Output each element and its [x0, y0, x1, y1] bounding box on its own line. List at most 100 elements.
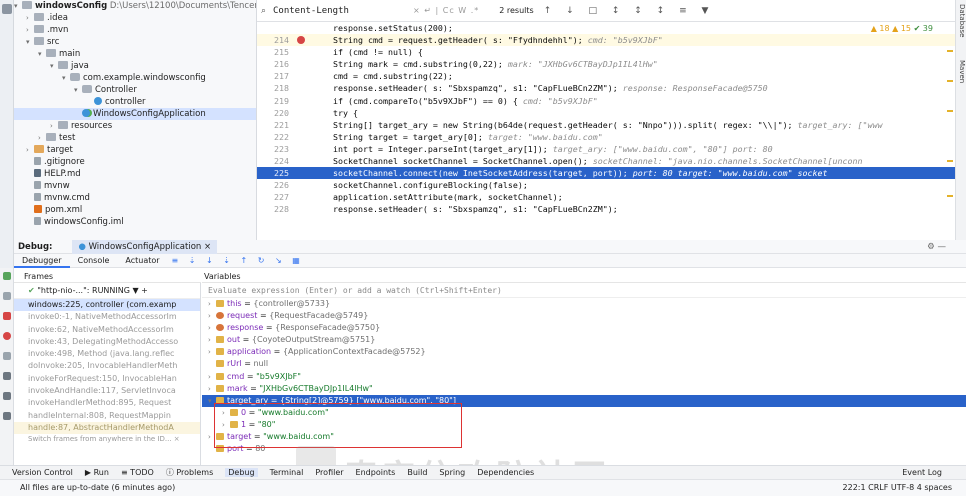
code-line[interactable]: 225 socketChannel.connect(new InetSocket…: [257, 167, 955, 180]
error-stripe-mark[interactable]: [947, 195, 953, 197]
stack-frame[interactable]: handleInternal:808, RequestMappin: [14, 410, 200, 422]
tree-item[interactable]: › target: [14, 144, 256, 156]
tree-item[interactable]: HELP.md: [14, 168, 256, 180]
tool-tab[interactable]: Profiler: [315, 468, 343, 477]
code-line[interactable]: response.setStatus(200);: [257, 22, 955, 34]
tool-tab[interactable]: Endpoints: [356, 468, 396, 477]
line-number[interactable]: 223: [257, 143, 295, 155]
variable-row[interactable]: › out = {CoyoteOutputStream@5751}: [202, 334, 966, 346]
tool-tab[interactable]: Spring: [439, 468, 465, 477]
resume-icon[interactable]: [3, 272, 11, 280]
variable-row[interactable]: › mark = "JXHbGv6CTBayDJp1IL4lHw": [202, 383, 966, 395]
stack-frame[interactable]: invoke0:-1, NativeMethodAccessorIm: [14, 311, 200, 323]
tree-item[interactable]: ▾ java: [14, 60, 256, 72]
tool-tab[interactable]: ≡ TODO: [121, 468, 154, 477]
line-number[interactable]: 224: [257, 155, 295, 167]
error-stripe-mark[interactable]: [947, 50, 953, 52]
tab-console[interactable]: Console: [70, 254, 118, 268]
line-number[interactable]: 217: [257, 70, 295, 82]
stack-frame[interactable]: invoke:62, NativeMethodAccessorIm: [14, 324, 200, 336]
tree-item[interactable]: mvnw.cmd: [14, 192, 256, 204]
line-number[interactable]: 218: [257, 82, 295, 94]
chevron-down-icon[interactable]: ▾: [38, 48, 46, 60]
stop-icon[interactable]: [3, 312, 11, 320]
chevron-right-icon[interactable]: ›: [26, 24, 34, 36]
variable-row[interactable]: › application = {ApplicationContextFacade…: [202, 346, 966, 358]
tool-tab[interactable]: Terminal: [270, 468, 304, 477]
thread-selector[interactable]: ✔ "http-nio-...": RUNNING ▼ +: [14, 283, 200, 299]
error-stripe-mark[interactable]: [947, 80, 953, 82]
chevron-right-icon[interactable]: ›: [208, 334, 216, 346]
tree-item[interactable]: controller: [14, 96, 256, 108]
line-number[interactable]: 219: [257, 95, 295, 107]
code-line[interactable]: 219 if (cmd.compareTo("b5v9XJbF") == 0) …: [257, 95, 955, 107]
error-stripe-mark[interactable]: [947, 110, 953, 112]
database-tab[interactable]: Database: [957, 4, 966, 37]
stack-frame[interactable]: invoke:498, Method (java.lang.reflec: [14, 348, 200, 360]
code-line[interactable]: 222 String target = target_ary[0]; targe…: [257, 131, 955, 143]
stack-frame[interactable]: invokeHandlerMethod:895, Request: [14, 397, 200, 409]
code-lines[interactable]: response.setStatus(200); 214 String cmd = …: [257, 22, 955, 240]
breakpoints-icon[interactable]: [3, 332, 11, 340]
tree-item[interactable]: ▾ main: [14, 48, 256, 60]
tree-item[interactable]: mvnw: [14, 180, 256, 192]
tree-root[interactable]: ▾ windowsConfig D:\Users\12100\Documents\…: [14, 0, 256, 12]
code-line[interactable]: 227 application.setAttribute(mark, socke…: [257, 191, 955, 203]
line-number[interactable]: 227: [257, 191, 295, 203]
variable-row[interactable]: › request = {RequestFacade@5749}: [202, 310, 966, 322]
project-icon[interactable]: [2, 4, 12, 14]
code-line[interactable]: 221 String[] target_ary = new String(b64…: [257, 119, 955, 131]
pause-icon[interactable]: [3, 292, 11, 300]
tree-item[interactable]: › resources: [14, 120, 256, 132]
chevron-right-icon[interactable]: ›: [208, 310, 216, 322]
code-editor[interactable]: ⌕ Content-Length × ↵ | Cc W .* 2 results…: [257, 0, 955, 240]
line-number[interactable]: 226: [257, 179, 295, 191]
find-input[interactable]: Content-Length: [273, 6, 393, 16]
tree-item[interactable]: WindowsConfigApplication: [14, 108, 256, 120]
camera-icon[interactable]: [3, 372, 11, 380]
chevron-right-icon[interactable]: ›: [208, 383, 216, 395]
stack-frame[interactable]: doInvoke:205, InvocableHandlerMeth: [14, 360, 200, 372]
stack-frame[interactable]: invoke:43, DelegatingMethodAccesso: [14, 336, 200, 348]
chevron-right-icon[interactable]: ›: [208, 298, 216, 310]
gear-icon[interactable]: ⚙ —: [927, 242, 946, 252]
tool-tab[interactable]: Debug: [225, 468, 258, 477]
tree-item[interactable]: › .mvn: [14, 24, 256, 36]
stack-frame[interactable]: invokeForRequest:150, InvocableHan: [14, 373, 200, 385]
code-line[interactable]: 226 socketChannel.configureBlocking(fals…: [257, 179, 955, 191]
line-number[interactable]: 222: [257, 131, 295, 143]
tree-item[interactable]: › .idea: [14, 12, 256, 24]
code-line[interactable]: 223 int port = Integer.parseInt(target_a…: [257, 143, 955, 155]
chevron-down-icon[interactable]: ▾: [50, 60, 58, 72]
chevron-down-icon[interactable]: ▾: [26, 36, 34, 48]
stack-frame[interactable]: invokeAndHandle:117, ServletInvoca: [14, 385, 200, 397]
chevron-right-icon[interactable]: ›: [38, 132, 46, 144]
find-options[interactable]: × ↵ | Cc W .*: [413, 6, 479, 15]
debug-session-tab[interactable]: ● WindowsConfigApplication ×: [72, 239, 218, 254]
tool-tab[interactable]: Build: [407, 468, 427, 477]
maven-tab[interactable]: Maven: [957, 60, 966, 83]
tab-actuator[interactable]: Actuator: [117, 254, 167, 268]
chevron-right-icon[interactable]: ›: [208, 322, 216, 334]
evaluate-expression-input[interactable]: Evaluate expression (Enter) or add a wat…: [202, 283, 966, 298]
variable-row[interactable]: › response = {ResponseFacade@5750}: [202, 322, 966, 334]
line-number[interactable]: 215: [257, 46, 295, 58]
chevron-right-icon[interactable]: ›: [26, 12, 34, 24]
tree-item[interactable]: .gitignore: [14, 156, 256, 168]
chevron-right-icon[interactable]: ›: [26, 144, 34, 156]
variable-row[interactable]: › cmd = "b5v9XJbF": [202, 371, 966, 383]
breakpoint-icon[interactable]: [297, 36, 305, 45]
stack-frame[interactable]: windows:225, controller (com.examp: [14, 299, 200, 312]
code-line[interactable]: 215 if (cmd != null) {: [257, 46, 955, 58]
tree-item[interactable]: ▾ Controller: [14, 84, 256, 96]
code-line[interactable]: 214 String cmd = request.getHeader( s: "F…: [257, 34, 955, 47]
tree-item[interactable]: ▾ src: [14, 36, 256, 48]
line-number[interactable]: 228: [257, 203, 295, 215]
find-nav-buttons[interactable]: ↑ ↓ □ ↕ ↕ ↕ ≡ ▼: [544, 6, 715, 16]
code-line[interactable]: 217 cmd = cmd.substring(22);: [257, 70, 955, 82]
mute-breakpoints-icon[interactable]: [3, 352, 11, 360]
line-number[interactable]: 221: [257, 119, 295, 131]
chevron-down-icon[interactable]: ▾: [74, 84, 82, 96]
variable-row[interactable]: rUrl = null: [202, 358, 966, 370]
tree-item[interactable]: ▾ com.example.windowsconfig: [14, 72, 256, 84]
